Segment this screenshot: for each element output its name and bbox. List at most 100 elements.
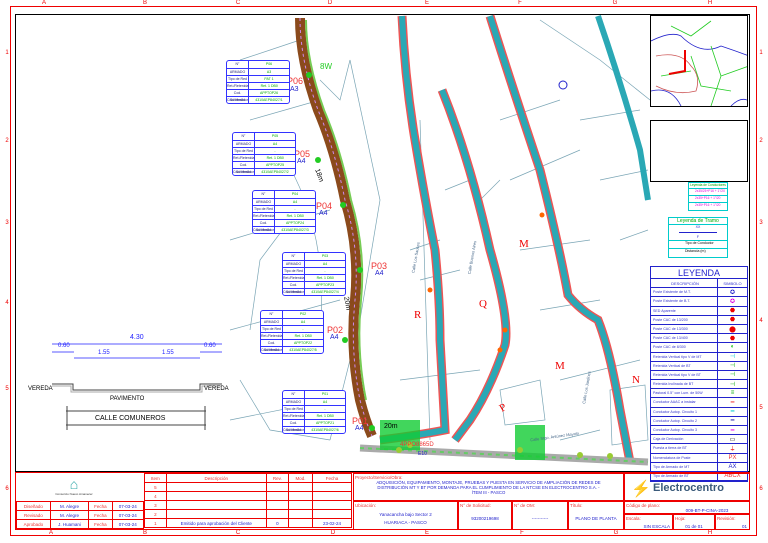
pole-armado: A4 <box>355 425 364 432</box>
revision-row: 4 <box>144 491 352 501</box>
legend-description: Poste Existente de M.T. <box>651 288 718 297</box>
legend-col-symbol: SIMBOLO <box>723 280 742 286</box>
revision-row: 1 Emitido para aprobación del Cliente 0 23-… <box>144 518 352 528</box>
dim-lane-right: 1.55 <box>162 350 174 356</box>
block-label: M <box>555 360 565 372</box>
legend-row: Pastoral 0.5" con Lum. de 50W ≡ <box>651 389 747 399</box>
span-legend-row: Tipo de Conductor <box>669 241 727 249</box>
legend-description: Retenida Vertical tipo V de BT <box>651 370 718 380</box>
pole-armado: A4 <box>297 158 306 165</box>
legend-symbol-icon: ≡ <box>730 390 735 397</box>
legend-symbol-icon: ⊣ <box>729 354 736 361</box>
pole-info-box: N° P01 ARMADO A4 Tipo de Red - Ret./Retenid… <box>282 390 346 434</box>
legend-description: Conductor Autop. Circuito 3 <box>651 426 718 435</box>
cable-legend: Leyenda de Conductores 2x35/25+P16 + 1"/… <box>688 182 728 211</box>
legend-description: Tipo de Armado de MT <box>651 462 718 471</box>
legend-row: Retenida Vertical tipo V de BT ⊣ <box>651 370 747 381</box>
house-icon: ⌂ <box>69 476 79 492</box>
legend-symbol-icon: ⊣ <box>729 381 736 388</box>
legend-description: Puesta a tierra de BT <box>651 444 718 453</box>
cable-legend-item: 2x35/25+P16 + 1"/20 <box>689 189 727 196</box>
legend-row: Poste Existente de B.T. ✪ <box>651 297 747 307</box>
legend-row: Poste CAC de 13/400 ⬣ <box>651 334 747 344</box>
approval-row: Diseñado M. Alegre Fecha 07-03-24 <box>16 501 144 511</box>
existing-armado-label: E10 <box>418 451 427 457</box>
pole-armado: A4 <box>319 210 328 217</box>
revisions-table: Item Descripción Rev. Mod. Fecha 5 4 3 2 1 Emitid… <box>144 473 352 528</box>
existing-pole-label: 4PPO8865D <box>400 442 434 448</box>
electrocentro-logo-icon: ⚡ <box>631 481 651 498</box>
legend-description: Caja de Derivación <box>651 435 718 444</box>
legend-description: Poste Existente de B.T. <box>651 297 718 306</box>
cable-tag: 8W <box>320 62 332 71</box>
legend-col-desc: DESCRIPCIÓN <box>651 279 718 288</box>
vereda-right-label: VEREDA <box>204 386 229 392</box>
pole-info-box: N° P02 ARMADO A4 Tipo de Red - Ret./Retenid… <box>260 310 324 354</box>
title-block: ⌂ Consorcio Nuevo Amanecer Diseñado M. Al… <box>15 472 750 530</box>
approvals-table: Diseñado M. Alegre Fecha 07-03-24 Revisado M.… <box>16 501 144 529</box>
legend-row: Conductor Autop. Circuito 2 ━ <box>651 416 747 426</box>
legend-symbol-icon: ━ <box>730 427 735 434</box>
cable-legend-item: 2x35+P16 + 1"/20 <box>689 196 727 203</box>
approval-row: Revisado M. Alegre Fecha 07-03-24 <box>16 510 144 520</box>
om-cell: N° de OM: ----------- <box>512 501 568 530</box>
legend-description: Nomenclatura de Poste <box>651 453 718 462</box>
pole-armado: A4 <box>330 334 339 341</box>
pavement-profile <box>52 383 222 430</box>
request-cell: N° de Solicitud: 93200219698 <box>458 501 512 530</box>
legend-symbol-icon: ⬤ <box>729 326 736 333</box>
block-label: R <box>414 309 422 321</box>
block-label: N <box>632 374 640 386</box>
project-cell: Proyecto/Servicio/Obra: ADQUISICIÓN, EQU… <box>353 473 624 501</box>
pole-info-box: N° P05 ARMADO A4 Tipo de Red - Ret./Retenid… <box>232 132 296 176</box>
legend-row: Nomenclatura de Poste PX <box>651 453 747 463</box>
dim-right-sidewalk: 0.60 <box>204 343 216 349</box>
legend-symbol-icon: ━ <box>730 409 735 416</box>
legend-description: Poste CAC de 13/400 <box>651 334 718 343</box>
street-name-label: CALLE COMUNEROS <box>95 415 166 422</box>
dim-left-sidewalk: 0.60 <box>58 343 70 349</box>
revision-row: 5 <box>144 482 352 492</box>
legend-symbol-icon: ◐ <box>730 344 735 351</box>
drawing-code-cell: Código de plano: 009-BT-P-CINA-2023 <box>624 501 750 514</box>
legend-symbol-icon: ⬣ <box>729 308 736 315</box>
legend-description: Retenida Inclinada de BT <box>651 380 718 389</box>
block-label: Q <box>479 298 487 310</box>
legend-row: Conductor Autop. Circuito 3 ━ <box>651 426 747 436</box>
legend-symbol-icon: ⊣ <box>729 372 736 379</box>
legend-symbol-icon: ━ <box>730 418 735 425</box>
teal-roads <box>359 14 651 466</box>
blank-frame <box>650 120 748 182</box>
legend-symbol-icon: ⏚ <box>729 446 736 453</box>
span-legend-row: Distancia (m) <box>685 249 706 253</box>
symbol-legend: LEYENDA DESCRIPCIÓN SIMBOLO Poste Existen… <box>650 266 748 483</box>
legend-row: Retenida Vertical de BT ⊣ <box>651 361 747 371</box>
vereda-left-label: VEREDA <box>28 386 53 392</box>
approval-row: Aprobado J. Huamani Fecha 07-03-24 <box>16 519 144 529</box>
legend-description: SED Aparente <box>651 306 718 315</box>
revision-row: 3 <box>144 500 352 510</box>
pole-info-box: N° P03 ARMADO A4 Tipo de Red - Ret./Retenid… <box>282 252 346 296</box>
legend-symbol-icon: PX <box>728 454 737 461</box>
span-distance: 20m <box>384 423 398 430</box>
sheet-cell: Hoja: 01 de 01 <box>673 514 715 530</box>
project-title: ADQUISICIÓN, EQUIPAMIENTO, MONTAJE, PRUE… <box>376 480 601 495</box>
legend-row: Conductor Autop. Circuito 1 ━ <box>651 407 747 417</box>
dim-total: 4.30 <box>130 334 144 341</box>
legend-row: Retenida Inclinada de BT ⊣ <box>651 380 747 390</box>
legend-description: Retenida Vertical de BT <box>651 361 718 370</box>
legend-description: Retenida Vertical tipo V de MT <box>651 352 718 361</box>
legend-row: Retenida Vertical tipo V de MT ⊣ <box>651 352 747 362</box>
legend-description: Pastoral 0.5" con Lum. de 50W <box>651 389 718 398</box>
legend-symbol-icon: AX <box>728 463 737 470</box>
legend-symbol-icon: ⬣ <box>729 317 736 324</box>
span-legend-title: Leyenda de Tramo <box>669 218 727 225</box>
legend-description: Poste CAC de 13/300 <box>651 324 718 334</box>
legend-description: Poste CAC de 13/200 <box>651 315 718 324</box>
cable-legend-item: 2x35+P16 + 1"/20 <box>695 203 721 207</box>
scale-cell: Escala: SIN ESCALA <box>624 514 673 530</box>
span-legend: Leyenda de Tramo XX F Tipo de Conductor … <box>668 217 728 258</box>
legend-symbol-icon: ━ <box>730 400 735 407</box>
pole-armado: A3 <box>290 86 299 93</box>
legend-row: Poste CAC de 8/300 ◐ <box>651 343 747 353</box>
